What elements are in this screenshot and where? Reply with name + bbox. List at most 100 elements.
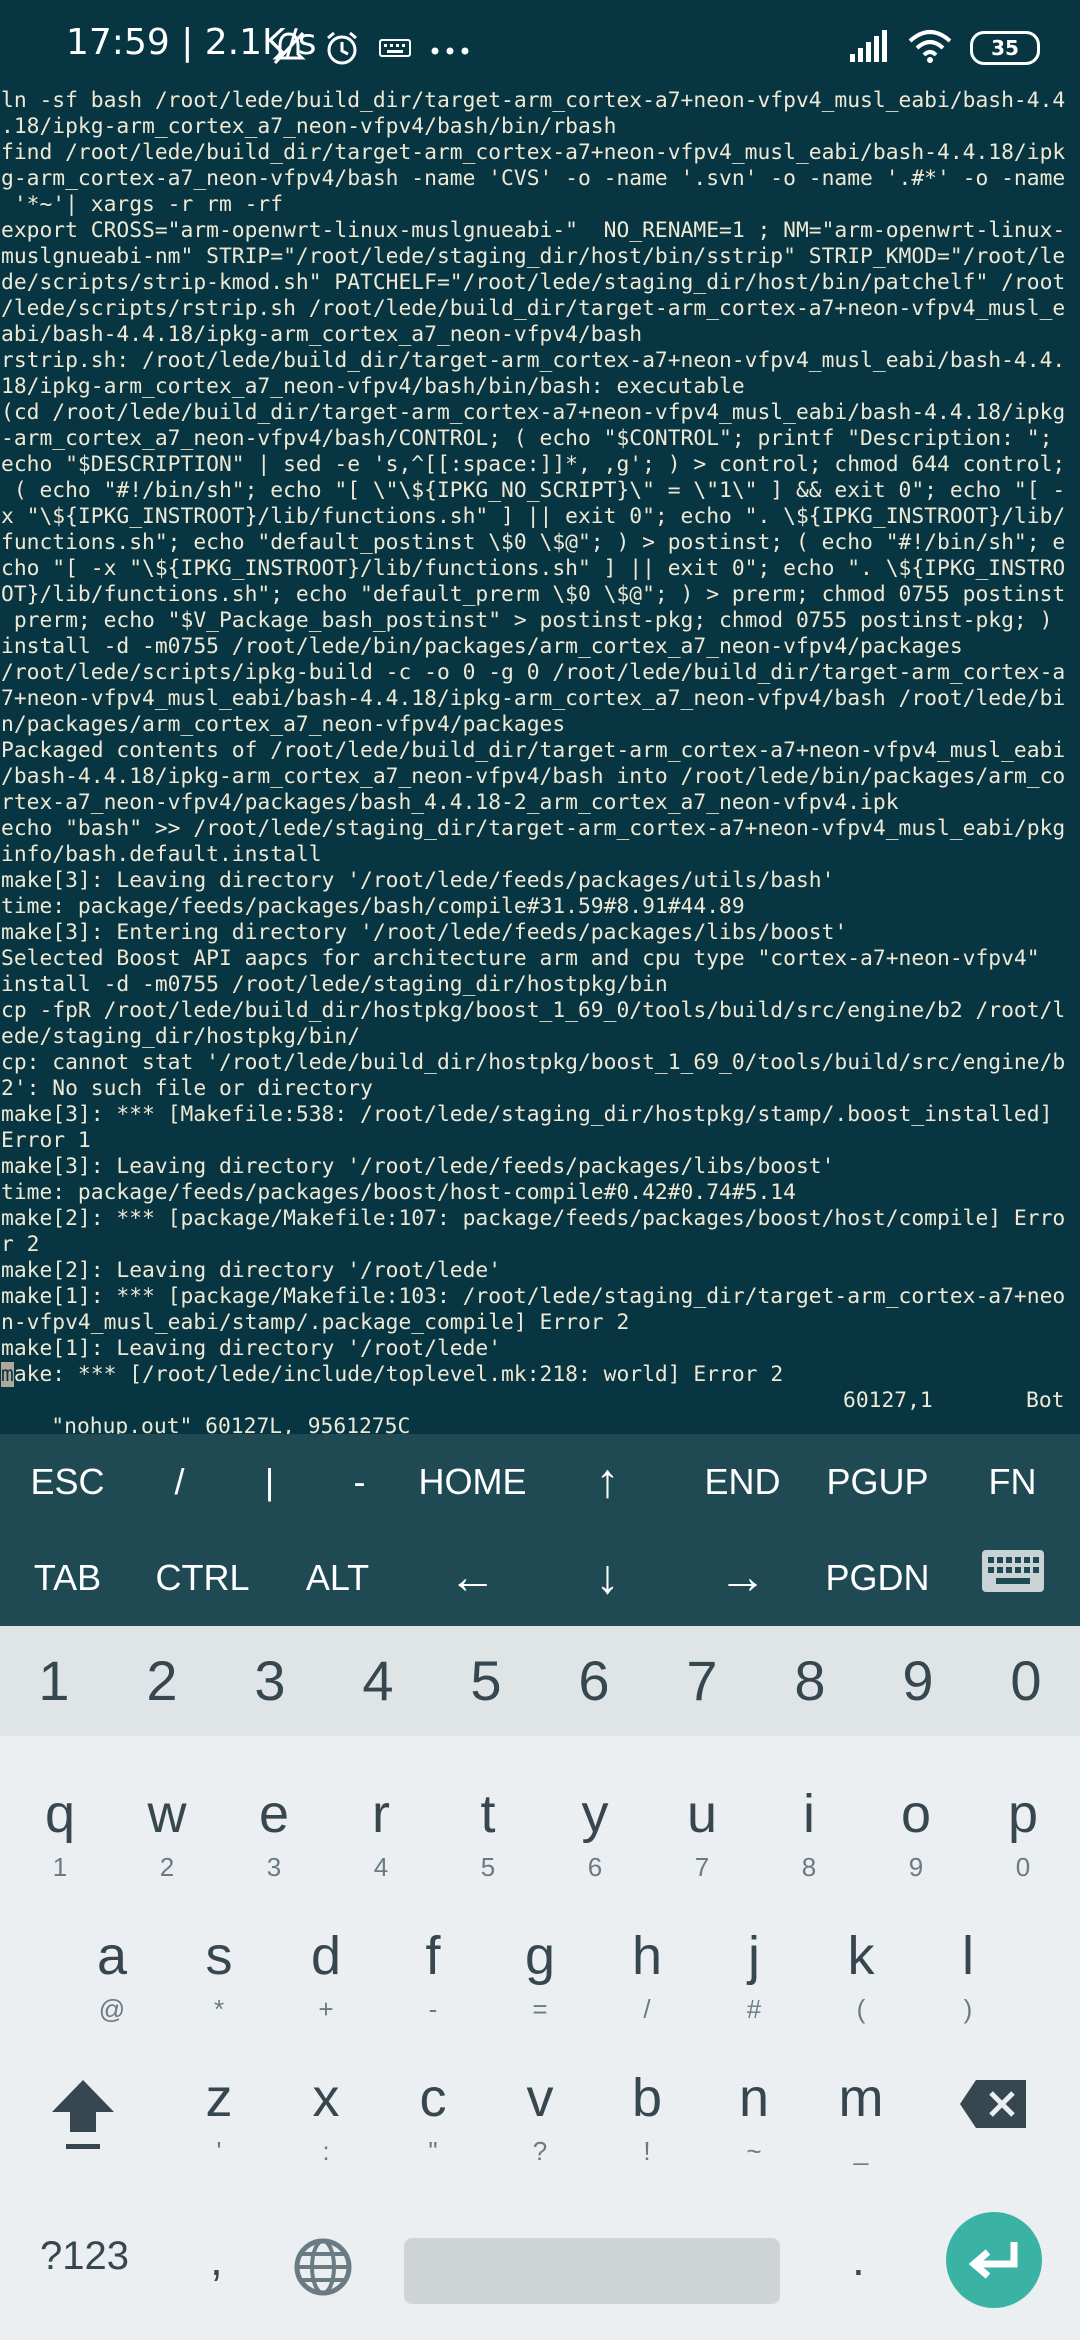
globe-key[interactable] — [294, 2238, 352, 2301]
key-o[interactable]: o9 — [862, 1764, 970, 1894]
number-key-2[interactable]: 2 — [108, 1626, 216, 1736]
key-hint: 0 — [1015, 1852, 1031, 1882]
key-g[interactable]: g = — [486, 1906, 594, 2036]
terminal-line: make[2]: Leaving directory '/root/lede' — [1, 1258, 502, 1283]
key-u[interactable]: u7 — [648, 1764, 756, 1894]
key-m[interactable]: m _ — [807, 2048, 915, 2178]
key-hint: ? — [532, 2136, 548, 2166]
key-s[interactable]: s * — [165, 1906, 273, 2036]
key-hint: 8 — [801, 1852, 817, 1882]
key-hint: # — [746, 1994, 762, 2024]
number-key-8[interactable]: 8 — [756, 1626, 864, 1736]
backspace-key[interactable] — [958, 2078, 1028, 2134]
key-label: p — [1007, 1784, 1039, 1844]
pgup-key[interactable]: PGUP — [810, 1434, 945, 1530]
terminal-line: echo "bash" >> /root/lede/staging_dir/ta… — [1, 816, 1066, 841]
number-key-6[interactable]: 6 — [540, 1626, 648, 1736]
fn-key[interactable]: FN — [945, 1434, 1080, 1530]
key-a[interactable]: a @ — [58, 1906, 166, 2036]
key-q[interactable]: q1 — [6, 1764, 114, 1894]
arrow-left-key[interactable]: ← — [405, 1530, 540, 1626]
terminal-line: de/scripts/strip-kmod.sh" PATCHELF="/roo… — [1, 270, 1066, 295]
key-k[interactable]: k( — [807, 1906, 915, 2036]
key-label: x — [312, 2068, 340, 2128]
number-key-5[interactable]: 5 — [432, 1626, 540, 1736]
number-key-4[interactable]: 4 — [324, 1626, 432, 1736]
terminal-line: Packaged contents of /root/lede/build_di… — [1, 738, 1066, 763]
terminal-line: (cd /root/lede/build_dir/target-arm_cort… — [1, 400, 1066, 425]
key-hint: 5 — [480, 1852, 496, 1882]
key-x[interactable]: x: — [272, 2048, 380, 2178]
key-n[interactable]: n ~ — [700, 2048, 808, 2178]
number-key-3[interactable]: 3 — [216, 1626, 324, 1736]
keyboard-toggle-button[interactable] — [945, 1530, 1080, 1626]
key-i[interactable]: i8 — [755, 1764, 863, 1894]
key-label: z — [205, 2068, 233, 2128]
number-key-9[interactable]: 9 — [864, 1626, 972, 1736]
number-key-0[interactable]: 0 — [972, 1626, 1080, 1736]
status-bar: 17:59 | 2.1K/s 35 — [0, 0, 1080, 88]
mute-bell-icon — [272, 30, 306, 70]
shift-arrow-icon — [52, 2080, 114, 2149]
key-j[interactable]: j # — [700, 1906, 808, 2036]
key-label: u — [686, 1784, 718, 1844]
key-hint: ( — [856, 1994, 866, 2024]
key-d[interactable]: d + — [272, 1906, 380, 2036]
key-y[interactable]: y6 — [541, 1764, 649, 1894]
key-w[interactable]: w2 — [113, 1764, 221, 1894]
key-f[interactable]: f- — [379, 1906, 487, 2036]
shift-key[interactable] — [48, 2076, 118, 2156]
key-label: o — [900, 1784, 932, 1844]
arrow-right-key[interactable]: → — [675, 1530, 810, 1626]
key-label: w — [147, 1784, 187, 1844]
tab-key[interactable]: TAB — [0, 1530, 135, 1626]
terminal-line: OT}/lib/functions.sh"; echo "default_pre… — [1, 582, 1066, 607]
key-label: d — [310, 1926, 342, 1986]
terminal-line: n-vfpv4_musl_eabi/stamp/.package_compile… — [1, 1310, 630, 1335]
period-key[interactable]: . — [852, 2232, 865, 2286]
terminal-line: make[2]: *** [package/Makefile:107: pack… — [1, 1206, 1066, 1231]
comma-key[interactable]: , — [210, 2232, 223, 2286]
key-label: k — [847, 1926, 875, 1986]
terminal-line: abi/bash-4.4.18/ipkg-arm_cortex_a7_neon-… — [1, 322, 643, 347]
key-label: r — [372, 1784, 390, 1844]
alt-key[interactable]: ALT — [270, 1530, 405, 1626]
terminal-line: cp -fpR /root/lede/build_dir/hostpkg/boo… — [1, 998, 1066, 1023]
terminal-line: time: package/feeds/packages/boost/host-… — [1, 1180, 796, 1205]
symbols-key[interactable]: ?123 — [40, 2234, 129, 2279]
key-r[interactable]: r4 — [327, 1764, 435, 1894]
vim-status-line: "nohup.out" 60127L, 9561275C 60127,1 Bot — [0, 1388, 1080, 1434]
key-b[interactable]: b! — [593, 2048, 701, 2178]
terminal-line: install -d -m0755 /root/lede/bin/package… — [1, 634, 963, 659]
key-z[interactable]: z ' — [165, 2048, 273, 2178]
terminal-cursor: m — [1, 1362, 14, 1387]
key-c[interactable]: c " — [379, 2048, 487, 2178]
home-key[interactable]: HOME — [405, 1434, 540, 1530]
key-hint: " — [428, 2136, 438, 2166]
key-v[interactable]: v? — [486, 2048, 594, 2178]
number-key-7[interactable]: 7 — [648, 1626, 756, 1736]
terminal-output[interactable]: ln -sf bash /root/lede/build_dir/target-… — [0, 88, 1080, 1434]
key-t[interactable]: t5 — [434, 1764, 542, 1894]
enter-key[interactable] — [946, 2212, 1042, 2308]
terminal-line: /root/lede/scripts/ipkg-build -c -o 0 -g… — [1, 660, 1066, 685]
key-hint: = — [532, 1994, 548, 2024]
space-bar[interactable] — [404, 2238, 780, 2304]
arrow-down-key[interactable]: ↓ — [540, 1530, 675, 1626]
key-e[interactable]: e3 — [220, 1764, 328, 1894]
key-label: l — [962, 1926, 974, 1986]
ctrl-key[interactable]: CTRL — [135, 1530, 270, 1626]
end-key[interactable]: END — [675, 1434, 810, 1530]
wifi-icon — [908, 29, 952, 67]
terminal-line: Error 1 — [1, 1128, 91, 1153]
number-key-1[interactable]: 1 — [0, 1626, 108, 1736]
key-p[interactable]: p0 — [969, 1764, 1077, 1894]
terminal-line: 18/ipkg-arm_cortex_a7_neon-vfpv4/bash/bi… — [1, 374, 745, 399]
arrow-up-key[interactable]: ↑ — [540, 1434, 675, 1530]
pgdn-key[interactable]: PGDN — [810, 1530, 945, 1626]
terminal-last-line-text: ake: *** [/root/lede/include/toplevel.mk… — [13, 1362, 784, 1387]
key-hint: @ — [98, 1994, 126, 2024]
key-l[interactable]: l) — [914, 1906, 1022, 2036]
key-h[interactable]: h / — [593, 1906, 701, 2036]
key-hint: 3 — [266, 1852, 282, 1882]
